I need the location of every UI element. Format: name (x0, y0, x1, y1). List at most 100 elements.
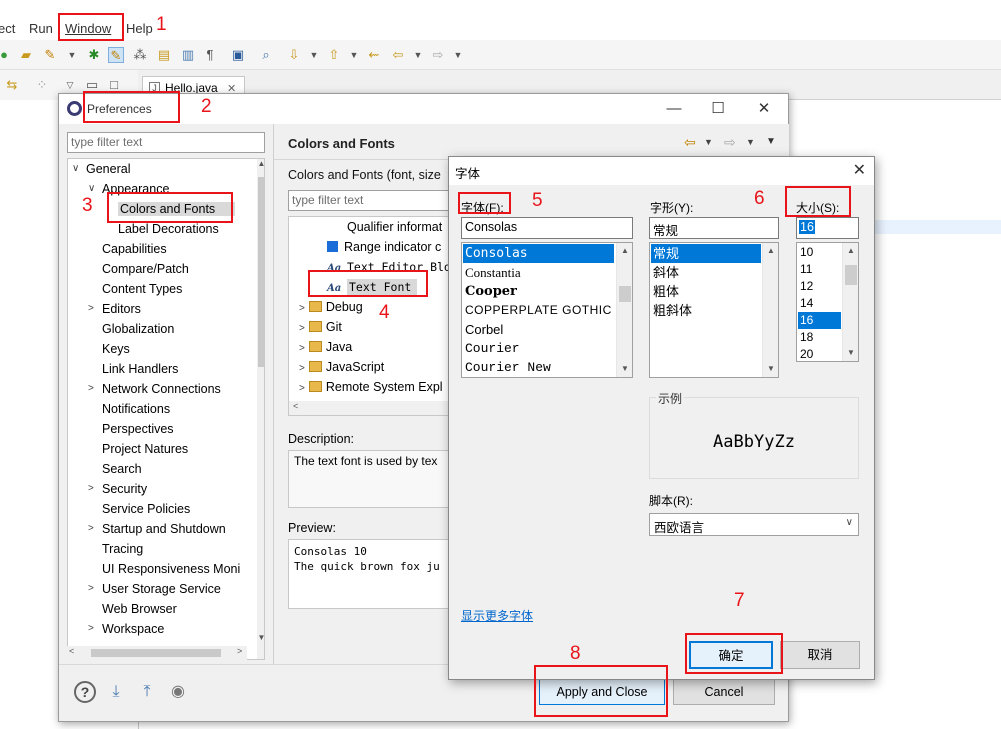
style-list-item[interactable]: 常规 (651, 244, 761, 263)
tree-item[interactable]: Capabilities (102, 240, 167, 260)
back-dropdown-icon[interactable]: ▼ (410, 47, 426, 63)
last-edit-icon[interactable]: ⇜ (366, 47, 382, 63)
next-annotation-icon[interactable]: ⇩ (286, 47, 302, 63)
tree-item[interactable]: Keys (102, 340, 130, 360)
size-list-item[interactable]: 20 (798, 346, 841, 361)
highlight-icon[interactable]: ✎ (108, 47, 124, 63)
chevron-right-icon[interactable]: > (299, 323, 305, 334)
outline-icon[interactable]: ▥ (180, 47, 196, 63)
console-icon[interactable]: ▣ (230, 47, 246, 63)
record-icon[interactable]: ◉ (167, 681, 189, 703)
chevron-right-icon[interactable]: > (88, 580, 94, 598)
tree-scroll-thumb[interactable] (258, 177, 264, 367)
font-tree-item[interactable]: Range indicator c (327, 238, 441, 258)
tree-item[interactable]: > Network Connections (88, 380, 221, 400)
menu-run[interactable]: Run (29, 21, 53, 36)
chevron-right-icon[interactable]: > (88, 620, 94, 638)
tree-item[interactable]: > Startup and Shutdown (88, 520, 226, 540)
font-scroll-thumb[interactable] (619, 286, 631, 302)
show-more-fonts-link[interactable]: 显示更多字体 (461, 607, 533, 624)
font-list-scrollbar[interactable]: ▲ ▼ (616, 243, 632, 377)
font-name-input[interactable]: Consolas (461, 217, 633, 239)
tree-item[interactable]: Label Decorations (118, 220, 219, 240)
tree-item[interactable]: Web Browser (102, 600, 177, 620)
close-icon[interactable]: ✕ (853, 160, 866, 180)
font-size-input[interactable]: 16 (796, 217, 859, 239)
open-folder-icon[interactable]: ▰ (18, 47, 34, 63)
font-style-input[interactable]: 常规 (649, 217, 779, 239)
prev-dropdown-icon[interactable]: ▼ (346, 47, 362, 63)
font-list[interactable]: Courier New Courier Corbel COPPERPLATE GOTH… (461, 242, 633, 378)
menu-project[interactable]: ect (0, 21, 15, 36)
menu-help[interactable]: Help (126, 21, 153, 36)
tree-item[interactable]: > User Storage Service (88, 580, 221, 600)
scroll-right-icon[interactable]: > (237, 646, 242, 656)
tree-item[interactable]: Project Natures (102, 440, 188, 460)
tree-item[interactable]: Perspectives (102, 420, 174, 440)
tree-item[interactable]: ∨ General (72, 160, 130, 180)
size-scroll-thumb[interactable] (845, 265, 857, 285)
back-icon[interactable]: ⇦ (684, 134, 696, 151)
chevron-right-icon[interactable]: > (299, 383, 305, 394)
tree-item[interactable]: > Security (88, 480, 147, 500)
tree-item[interactable]: Compare/Patch (102, 260, 189, 280)
pilcrow-icon[interactable]: ¶ (202, 47, 218, 63)
cancel-button[interactable]: Cancel (673, 679, 775, 705)
collapse-icon[interactable]: ⁘ (34, 77, 50, 93)
pin-icon[interactable]: ⌕ (258, 47, 274, 63)
forward-icon[interactable]: ⇨ (724, 134, 736, 151)
chevron-right-icon[interactable]: > (88, 380, 94, 398)
prev-annotation-icon[interactable]: ⇧ (326, 47, 342, 63)
chevron-right-icon[interactable]: > (88, 520, 94, 538)
task-icon[interactable]: ▤ (156, 47, 172, 63)
scroll-down-icon[interactable]: ▼ (763, 361, 778, 377)
tree-item[interactable]: Content Types (102, 280, 182, 300)
forward-dropdown-icon[interactable]: ▼ (450, 47, 466, 63)
font-style-list[interactable]: 粗斜体 粗体 斜体 常规 ▲ ▼ (649, 242, 779, 378)
preferences-filter-input[interactable]: type filter text (67, 132, 265, 153)
font-category[interactable]: > Git (299, 318, 342, 338)
mark-icon[interactable]: ⁂ (132, 47, 148, 63)
font-category[interactable]: > Debug (299, 298, 363, 318)
font-list-item[interactable]: Courier New (463, 358, 614, 377)
size-list-item[interactable]: 10 (798, 244, 841, 261)
script-select[interactable]: 西欧语言 ∨ (649, 513, 859, 536)
size-list-scrollbar[interactable]: ▲ ▼ (842, 243, 858, 361)
view-menu-icon[interactable]: ▽ (62, 77, 78, 93)
tree-hscrollbar[interactable]: < > (67, 646, 247, 660)
scroll-down-icon[interactable]: ▼ (617, 361, 632, 377)
view-menu-icon[interactable]: ▼ (766, 136, 776, 147)
scroll-up-icon[interactable]: ▲ (843, 243, 858, 259)
style-list-item[interactable]: 粗体 (651, 282, 761, 301)
chevron-right-icon[interactable]: > (88, 300, 94, 318)
back-icon[interactable]: ⇦ (390, 47, 406, 63)
next-dropdown-icon[interactable]: ▼ (306, 47, 322, 63)
scroll-up-icon[interactable]: ▲ (257, 159, 264, 171)
font-list-item[interactable]: Corbel (463, 320, 614, 339)
tree-item[interactable]: Globalization (102, 320, 174, 340)
size-list-item[interactable]: 12 (798, 278, 841, 295)
tree-hscroll-thumb[interactable] (91, 649, 221, 657)
size-list-item[interactable]: 16 (798, 312, 841, 329)
tree-scrollbar[interactable]: ▲ ▼ (257, 159, 264, 659)
preferences-tree[interactable]: ∨ General ∨ Appearance Colors and Fonts Label… (67, 158, 265, 660)
maximize-window-icon[interactable]: ☐ (707, 98, 729, 120)
tree-item[interactable]: Search (102, 460, 142, 480)
scroll-up-icon[interactable]: ▲ (763, 243, 778, 259)
font-list-item[interactable]: Constantia (463, 263, 614, 282)
scroll-up-icon[interactable]: ▲ (617, 243, 632, 259)
scroll-down-icon[interactable]: ▼ (843, 345, 858, 361)
chevron-down-icon[interactable]: ∨ (72, 160, 79, 178)
size-list-item[interactable]: 11 (798, 261, 841, 278)
tree-item[interactable]: > Workspace (88, 620, 164, 640)
scroll-left-icon[interactable]: < (293, 401, 298, 411)
tree-item[interactable]: > Editors (88, 300, 141, 320)
back-dropdown-icon[interactable]: ▼ (704, 137, 713, 147)
scroll-left-icon[interactable]: < (69, 646, 74, 656)
build-icon[interactable]: ✎ (42, 47, 58, 63)
tree-item[interactable]: UI Responsiveness Moni (102, 560, 240, 580)
help-icon[interactable]: ? (74, 681, 96, 703)
debug-icon[interactable]: ✱ (86, 47, 102, 63)
size-list-item[interactable]: 18 (798, 329, 841, 346)
import-icon[interactable]: ⤓ (105, 681, 127, 703)
